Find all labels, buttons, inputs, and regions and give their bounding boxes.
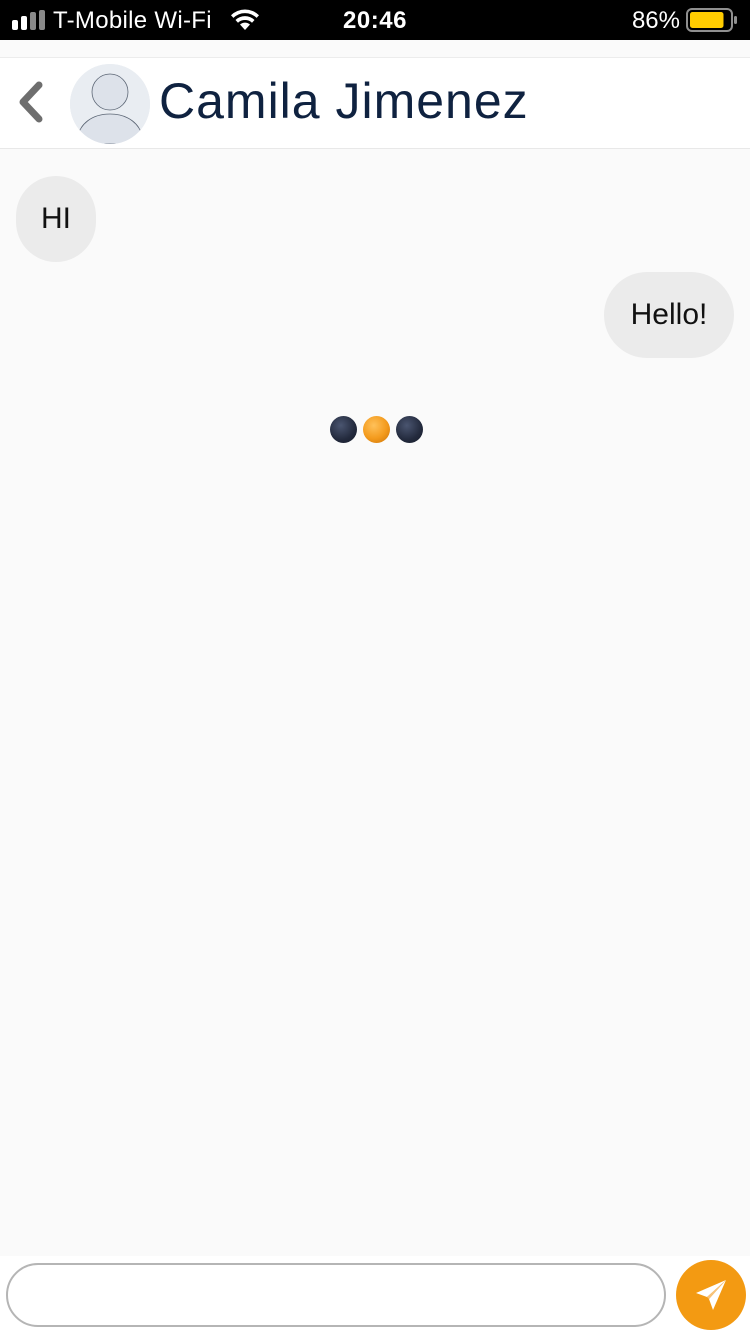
chat-screen: T-Mobile Wi-Fi 20:46 86% Camila Jimenez … bbox=[0, 0, 750, 1334]
paper-plane-icon bbox=[696, 1280, 726, 1310]
chat-header: Camila Jimenez bbox=[0, 58, 750, 149]
message-bubble-incoming[interactable]: HI bbox=[16, 176, 96, 262]
back-button[interactable] bbox=[8, 78, 52, 126]
avatar[interactable] bbox=[70, 64, 150, 144]
typing-dot bbox=[396, 416, 423, 443]
battery-icon bbox=[686, 8, 737, 32]
typing-indicator bbox=[329, 415, 425, 445]
default-avatar-icon bbox=[70, 64, 150, 144]
message-input[interactable] bbox=[6, 1263, 666, 1327]
nav-top-strip bbox=[0, 40, 750, 58]
typing-dot bbox=[363, 416, 390, 443]
typing-dot bbox=[330, 416, 357, 443]
composer-bar bbox=[0, 1256, 750, 1334]
message-text: Hello! bbox=[630, 298, 708, 331]
battery-percent: 86% bbox=[631, 7, 680, 34]
send-button[interactable] bbox=[676, 1260, 746, 1330]
status-bar: T-Mobile Wi-Fi 20:46 86% bbox=[0, 0, 750, 40]
contact-name[interactable]: Camila Jimenez bbox=[159, 72, 529, 130]
message-bubble-outgoing[interactable]: Hello! bbox=[604, 272, 734, 358]
chevron-left-icon bbox=[19, 81, 43, 123]
message-text: HI bbox=[41, 202, 71, 235]
